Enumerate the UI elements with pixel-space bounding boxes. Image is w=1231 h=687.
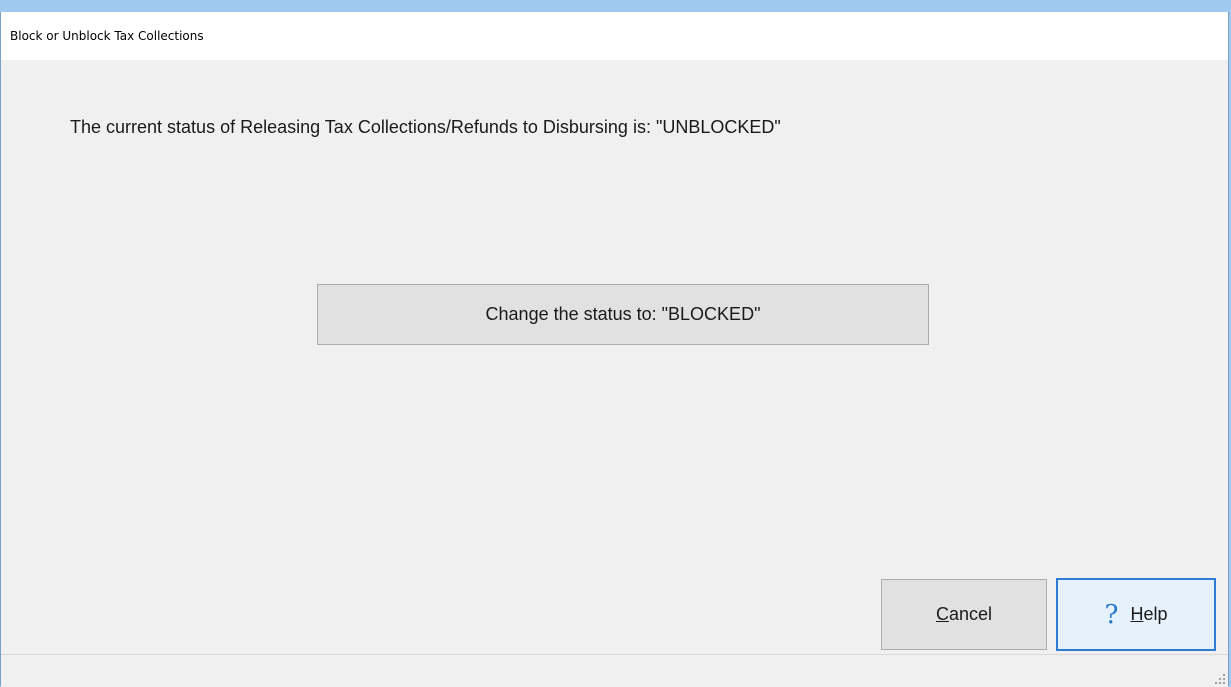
cancel-button[interactable]: Cancel — [881, 579, 1047, 650]
title-bar[interactable]: Block or Unblock Tax Collections — [1, 12, 1228, 60]
change-status-button[interactable]: Change the status to: "BLOCKED" — [317, 284, 929, 345]
resize-grip-icon[interactable] — [1213, 672, 1225, 684]
dialog-window: Block or Unblock Tax Collections The cur… — [0, 12, 1229, 687]
help-button-label: Help — [1130, 604, 1168, 624]
help-button[interactable]: ? Help — [1056, 578, 1216, 651]
window-title: Block or Unblock Tax Collections — [10, 29, 204, 43]
status-bar — [1, 654, 1228, 687]
status-message: The current status of Releasing Tax Coll… — [70, 117, 781, 137]
cancel-button-label: Cancel — [935, 604, 993, 624]
change-status-button-label: Change the status to: "BLOCKED" — [485, 304, 761, 324]
question-mark-icon: ? — [1104, 599, 1119, 630]
